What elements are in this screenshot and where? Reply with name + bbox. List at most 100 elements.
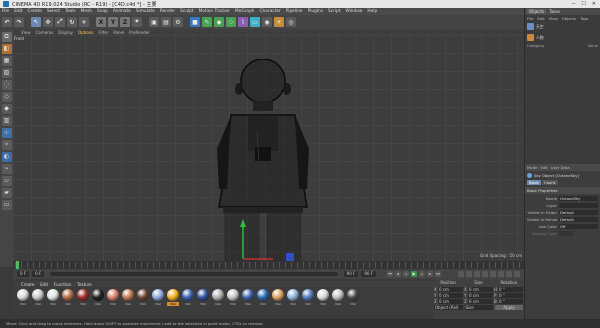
menu-animate[interactable]: Animate: [113, 9, 131, 14]
material-thumbnail[interactable]: Mat: [137, 289, 149, 313]
scale-tool-icon[interactable]: ⤢: [55, 17, 65, 27]
frame-range-slider[interactable]: [50, 272, 338, 276]
viewport-menu-cameras[interactable]: Cameras: [36, 30, 54, 35]
previous-key-icon[interactable]: ◂: [395, 271, 401, 277]
menu-character[interactable]: Character: [260, 9, 281, 14]
y-axis-lock-button[interactable]: Y: [108, 17, 118, 27]
menu-mesh[interactable]: Mesh: [81, 9, 92, 14]
layer-field[interactable]: [559, 202, 598, 208]
material-menu-function[interactable]: Function: [54, 282, 71, 287]
material-thumbnail[interactable]: Mat: [332, 289, 344, 313]
position-y-field[interactable]: 0 cm: [438, 292, 463, 298]
maximize-icon[interactable]: ☐: [581, 1, 585, 7]
polygons-mode-icon[interactable]: ◆: [1, 104, 12, 114]
redo-icon[interactable]: ↷: [14, 17, 24, 27]
material-thumbnail[interactable]: Mat: [242, 289, 254, 313]
apply-button[interactable]: Apply: [495, 305, 523, 310]
material-thumbnail[interactable]: Mat: [212, 289, 224, 313]
object-row[interactable]: 天空: [525, 21, 600, 32]
timeline-ruler[interactable]: [13, 261, 524, 269]
rotation-h-field[interactable]: 0 °: [498, 286, 523, 292]
menu-help[interactable]: Help: [367, 9, 377, 14]
end-frame-field[interactable]: 90 F: [343, 271, 359, 277]
camera-icon[interactable]: ◉: [262, 17, 272, 27]
point-level-key-icon[interactable]: [514, 271, 520, 277]
previous-frame-icon[interactable]: ◃: [403, 271, 409, 277]
floor-icon[interactable]: ▭: [250, 17, 260, 27]
position-x-field[interactable]: 0 cm: [438, 286, 463, 292]
position-key-icon[interactable]: [482, 271, 488, 277]
tab-coord[interactable]: Coord.: [542, 180, 559, 185]
render-view-icon[interactable]: ▣: [149, 17, 159, 27]
play-icon[interactable]: ▶: [411, 271, 417, 277]
workplane-mode-icon[interactable]: ▨: [1, 68, 12, 78]
material-thumbnail[interactable]: Mat: [62, 289, 74, 313]
material-thumbnail[interactable]: Mat: [347, 289, 359, 313]
keyframe-selection-icon[interactable]: [474, 271, 480, 277]
next-key-icon[interactable]: ▸: [427, 271, 433, 277]
z-axis-lock-button[interactable]: Z: [120, 17, 130, 27]
texture-mode-icon[interactable]: ▦: [1, 56, 12, 66]
material-thumbnail[interactable]: Mat: [92, 289, 104, 313]
tab-takes[interactable]: Takes: [549, 9, 560, 14]
menu-pipeline[interactable]: Pipeline: [286, 9, 303, 14]
am-menu-edit[interactable]: Edit: [540, 165, 547, 170]
material-thumbnail[interactable]: Mat: [302, 289, 314, 313]
menu-motion-tracker[interactable]: Motion Tracker: [199, 9, 230, 14]
am-menu-mode[interactable]: Mode: [527, 165, 537, 170]
locked-workplane-icon[interactable]: ▰: [1, 188, 12, 198]
visible-in-editor-select[interactable]: Default: [559, 209, 598, 215]
minimize-icon[interactable]: ─: [572, 1, 575, 7]
material-thumbnail[interactable]: Mat: [317, 289, 329, 313]
tweak-mode-icon[interactable]: ✧: [1, 140, 12, 150]
x-axis-lock-button[interactable]: X: [96, 17, 106, 27]
viewport-menu-panel[interactable]: Panel: [113, 30, 124, 35]
record-key-icon[interactable]: [458, 271, 464, 277]
move-tool-icon[interactable]: ✥: [43, 17, 53, 27]
menu-mograph[interactable]: MoGraph: [235, 9, 255, 14]
live-selection-icon[interactable]: ↖: [31, 17, 41, 27]
material-thumbnail[interactable]: Mat: [167, 289, 179, 313]
wireframe-character-model[interactable]: [203, 59, 323, 261]
size-y-field[interactable]: 0 cm: [468, 292, 493, 298]
material-thumbnail[interactable]: Mat: [47, 289, 59, 313]
om-menu-file[interactable]: File: [527, 16, 533, 21]
menu-tools[interactable]: Tools: [65, 9, 76, 14]
max-frame-field[interactable]: 90 F: [361, 271, 376, 277]
coordinate-mode-select[interactable]: Object (Rel): [434, 305, 463, 310]
front-viewport[interactable]: Front Grid Spacing : 50 cm: [13, 35, 524, 261]
rotation-b-field[interactable]: 0 °: [498, 298, 523, 304]
menu-plugins[interactable]: Plugins: [308, 9, 323, 14]
viewport-menu-filter[interactable]: Filter: [98, 30, 108, 35]
render-picture-viewer-icon[interactable]: ▤: [161, 17, 171, 27]
material-thumbnail[interactable]: Mat: [32, 289, 44, 313]
tab-objects[interactable]: Objects: [527, 9, 547, 14]
material-thumbnail[interactable]: Mat: [122, 289, 134, 313]
om-menu-edit[interactable]: Edit: [537, 16, 544, 21]
uv-mode-icon[interactable]: ▥: [1, 116, 12, 126]
name-field[interactable]: OctaneSky: [559, 195, 598, 201]
octane-icon[interactable]: ◎: [286, 17, 296, 27]
viewport-menu-options[interactable]: Options: [78, 30, 93, 35]
current-frame-field[interactable]: 0 F: [32, 271, 45, 277]
material-thumbnail[interactable]: Mat: [182, 289, 194, 313]
coordinate-system-icon[interactable]: ⌖: [132, 17, 142, 27]
close-icon[interactable]: ✕: [592, 1, 596, 7]
menu-snap[interactable]: Snap: [97, 9, 108, 14]
parameter-key-icon[interactable]: [506, 271, 512, 277]
material-thumbnail[interactable]: Mat: [197, 289, 209, 313]
om-menu-view[interactable]: View: [549, 16, 558, 21]
recent-tools-icon[interactable]: +: [79, 17, 89, 27]
visible-in-renderer-select[interactable]: Default: [559, 216, 598, 222]
material-thumbnail[interactable]: Mat: [272, 289, 284, 313]
material-thumbnail[interactable]: Mat: [227, 289, 239, 313]
start-frame-field[interactable]: 0 F: [17, 271, 30, 277]
tab-basic[interactable]: Basic: [527, 180, 542, 185]
viewport-solo-icon[interactable]: ◐: [1, 152, 12, 162]
subdivision-surface-icon[interactable]: ◆: [214, 17, 224, 27]
material-menu-create[interactable]: Create: [21, 282, 34, 287]
material-menu-texture[interactable]: Texture: [77, 282, 92, 287]
enable-snap-icon[interactable]: ⌁: [1, 164, 12, 174]
scale-key-icon[interactable]: [498, 271, 504, 277]
viewport-menu-prorender[interactable]: ProRender: [129, 30, 150, 35]
